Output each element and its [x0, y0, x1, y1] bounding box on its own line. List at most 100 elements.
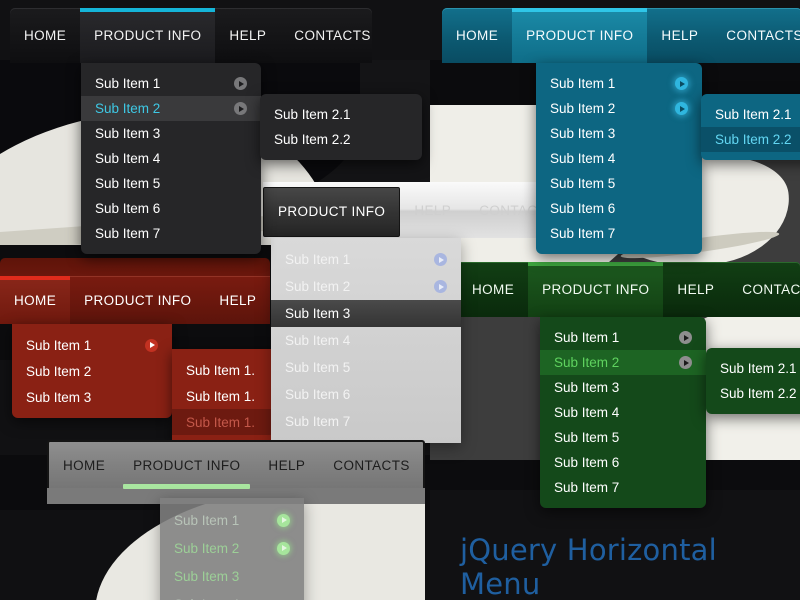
flyout-red: Sub Item 1. Sub Item 1. Sub Item 1.: [172, 349, 284, 443]
submenu-item[interactable]: Sub Item 4: [160, 590, 304, 600]
submenu-item[interactable]: Sub Item 1: [271, 246, 461, 273]
nav-item-contacts[interactable]: CONTACTS: [728, 262, 800, 317]
nav-item-home[interactable]: HOME: [49, 443, 119, 487]
submenu-dark: Sub Item 1 Sub Item 2 Sub Item 3 Sub Ite…: [81, 63, 261, 254]
submenu-red: Sub Item 1 Sub Item 2 Sub Item 3: [12, 324, 172, 418]
submenu-arrow-icon: [675, 102, 688, 115]
submenu-item[interactable]: Sub Item 1: [160, 506, 304, 534]
nav-item-help[interactable]: HELP: [215, 8, 280, 63]
submenu-item[interactable]: Sub Item 3: [160, 562, 304, 590]
submenu-item[interactable]: Sub Item 3: [271, 300, 461, 327]
nav-item-contacts[interactable]: CONTACTS: [319, 443, 423, 487]
submenu-item[interactable]: Sub Item 4: [271, 327, 461, 354]
submenu-item[interactable]: Sub Item 5: [271, 354, 461, 381]
nav-item-home[interactable]: HOME: [442, 8, 512, 63]
submenu-item[interactable]: Sub Item 7: [271, 408, 461, 435]
menu-dark-cyan: HOME PRODUCT INFO HELP CONTACTS Sub Item…: [10, 8, 372, 63]
navbar-red-topcap: [0, 258, 270, 276]
submenu-arrow-icon: [234, 77, 247, 90]
submenu-arrow-icon: [675, 77, 688, 90]
flyout-item[interactable]: Sub Item 1.: [172, 357, 284, 383]
submenu-silver: Sub Item 1 Sub Item 2 Sub Item 3 Sub Ite…: [271, 238, 461, 443]
submenu-light: Sub Item 1 Sub Item 2 Sub Item 3 Sub Ite…: [160, 498, 304, 600]
submenu-item[interactable]: Sub Item 3: [81, 121, 261, 146]
flyout-teal: Sub Item 2.1 Sub Item 2.2: [701, 94, 800, 160]
nav-item-product-info[interactable]: PRODUCT INFO: [119, 443, 254, 487]
nav-item-help[interactable]: HELP: [663, 262, 728, 317]
submenu-arrow-icon: [234, 102, 247, 115]
flyout-item[interactable]: Sub Item 2.1: [706, 356, 800, 381]
submenu-item[interactable]: Sub Item 3: [536, 121, 702, 146]
nav-item-home[interactable]: HOME: [458, 262, 528, 317]
submenu-item[interactable]: Sub Item 6: [271, 381, 461, 408]
navbar-green: HOME PRODUCT INFO HELP CONTACTS: [458, 262, 800, 317]
navbar-dark: HOME PRODUCT INFO HELP CONTACTS: [10, 8, 372, 63]
submenu-item[interactable]: Sub Item 7: [81, 221, 261, 246]
menu-silver: PRODUCT INFO HELP CONTACTS Sub Item 1 Su…: [263, 182, 548, 238]
nav-item-product-info[interactable]: PRODUCT INFO: [70, 276, 205, 324]
page-title: jQuery Horizontal Menu: [460, 533, 800, 600]
navbar-light: HOME PRODUCT INFO HELP CONTACTS: [47, 440, 425, 488]
submenu-green: Sub Item 1 Sub Item 2 Sub Item 3 Sub Ite…: [540, 317, 706, 508]
nav-item-help[interactable]: HELP: [647, 8, 712, 63]
submenu-arrow-icon: [434, 280, 447, 293]
flyout-item[interactable]: Sub Item 2.2: [260, 127, 422, 152]
submenu-arrow-icon: [277, 542, 290, 555]
submenu-item[interactable]: Sub Item 2: [536, 96, 702, 121]
menu-teal: HOME PRODUCT INFO HELP CONTACTS Sub Item…: [442, 8, 800, 63]
submenu-arrow-icon: [434, 253, 447, 266]
menu-red: HOME PRODUCT INFO HELP Sub Item 1 Sub It…: [0, 258, 270, 324]
flyout-item[interactable]: Sub Item 2.2: [701, 127, 800, 152]
nav-item-home[interactable]: HOME: [10, 8, 80, 63]
nav-item-product-info[interactable]: PRODUCT INFO: [263, 187, 400, 237]
submenu-item[interactable]: Sub Item 7: [536, 221, 702, 246]
submenu-item[interactable]: Sub Item 2: [81, 96, 261, 121]
nav-item-product-info[interactable]: PRODUCT INFO: [512, 8, 647, 63]
flyout-item[interactable]: Sub Item 1.: [172, 409, 284, 435]
submenu-arrow-icon: [679, 331, 692, 344]
submenu-item[interactable]: Sub Item 4: [536, 146, 702, 171]
nav-item-contacts[interactable]: CONTACTS: [712, 8, 800, 63]
submenu-item[interactable]: Sub Item 6: [81, 196, 261, 221]
submenu-teal: Sub Item 1 Sub Item 2 Sub Item 3 Sub Ite…: [536, 63, 702, 254]
navbar-red: HOME PRODUCT INFO HELP: [0, 276, 270, 324]
submenu-item[interactable]: Sub Item 4: [540, 400, 706, 425]
submenu-item[interactable]: Sub Item 5: [81, 171, 261, 196]
submenu-item[interactable]: Sub Item 3: [540, 375, 706, 400]
submenu-item[interactable]: Sub Item 2: [271, 273, 461, 300]
submenu-item[interactable]: Sub Item 2: [160, 534, 304, 562]
submenu-item[interactable]: Sub Item 1: [540, 325, 706, 350]
submenu-item[interactable]: Sub Item 3: [12, 384, 172, 410]
submenu-item[interactable]: Sub Item 6: [536, 196, 702, 221]
flyout-item[interactable]: Sub Item 2.2: [706, 381, 800, 406]
flyout-green: Sub Item 2.1 Sub Item 2.2: [706, 348, 800, 414]
navbar-teal: HOME PRODUCT INFO HELP CONTACTS: [442, 8, 800, 63]
submenu-item[interactable]: Sub Item 1: [12, 332, 172, 358]
submenu-item[interactable]: Sub Item 7: [540, 475, 706, 500]
nav-item-product-info[interactable]: PRODUCT INFO: [80, 8, 215, 63]
submenu-item[interactable]: Sub Item 6: [540, 450, 706, 475]
submenu-item[interactable]: Sub Item 2: [12, 358, 172, 384]
submenu-item[interactable]: Sub Item 5: [540, 425, 706, 450]
submenu-item[interactable]: Sub Item 4: [81, 146, 261, 171]
nav-item-help[interactable]: HELP: [400, 182, 465, 238]
submenu-arrow-icon: [679, 356, 692, 369]
submenu-arrow-icon: [277, 514, 290, 527]
submenu-item[interactable]: Sub Item 5: [536, 171, 702, 196]
flyout-item[interactable]: Sub Item 1.: [172, 383, 284, 409]
navbar-silver: PRODUCT INFO HELP CONTACTS: [263, 182, 548, 238]
flyout-item[interactable]: Sub Item 2.1: [701, 102, 800, 127]
flyout-dark: Sub Item 2.1 Sub Item 2.2: [260, 94, 422, 160]
submenu-arrow-icon: [145, 339, 158, 352]
nav-item-contacts[interactable]: CONTACTS: [280, 8, 384, 63]
submenu-item[interactable]: Sub Item 1: [81, 71, 261, 96]
submenu-item[interactable]: Sub Item 1: [536, 71, 702, 96]
flyout-item[interactable]: Sub Item 2.1: [260, 102, 422, 127]
nav-item-home[interactable]: HOME: [0, 276, 70, 324]
nav-item-help[interactable]: HELP: [205, 276, 270, 324]
menu-light-gray: HOME PRODUCT INFO HELP CONTACTS Sub Item…: [47, 440, 425, 488]
nav-item-help[interactable]: HELP: [254, 443, 319, 487]
nav-item-product-info[interactable]: PRODUCT INFO: [528, 262, 663, 317]
submenu-item[interactable]: Sub Item 2: [540, 350, 706, 375]
menu-green: HOME PRODUCT INFO HELP CONTACTS Sub Item…: [458, 262, 800, 317]
